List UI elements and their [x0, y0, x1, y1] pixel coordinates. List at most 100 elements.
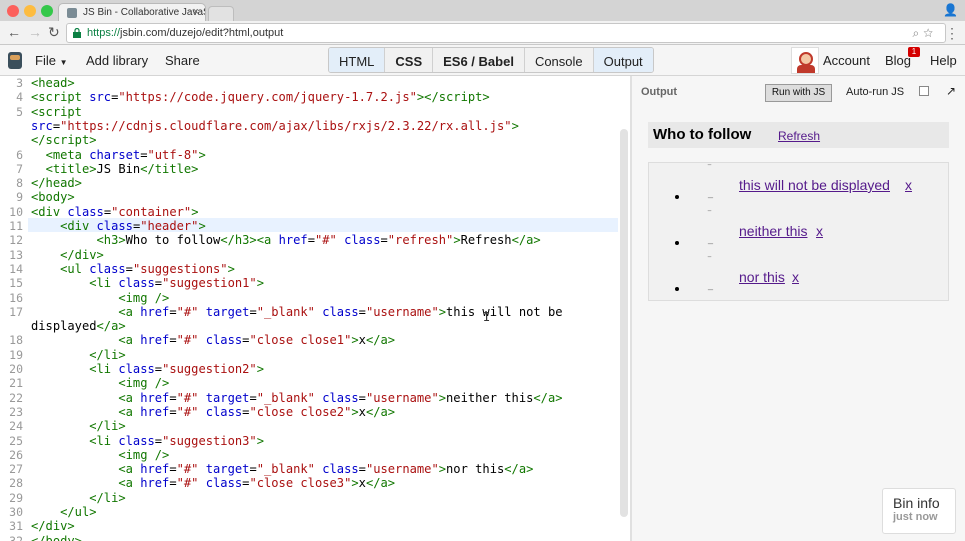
refresh-link[interactable]: Refresh	[778, 129, 820, 143]
code-line: src="https://cdnjs.cloudflare.com/ajax/l…	[31, 118, 519, 133]
code-line: </li>	[89, 419, 126, 434]
new-tab-button[interactable]	[208, 6, 234, 21]
list-bullet	[675, 195, 679, 199]
account-menu[interactable]: Account	[823, 53, 870, 68]
avatar-body	[797, 65, 815, 73]
avatar-face	[799, 52, 813, 66]
avatar[interactable]	[791, 47, 819, 74]
code-line: <img />	[118, 376, 170, 391]
line-number: 18	[9, 333, 23, 348]
autorun-checkbox[interactable]	[919, 86, 929, 96]
jsbin-header: File ▼ Add library Share HTML CSS ES6 / …	[0, 45, 965, 76]
panel-toggle[interactable]: Console	[524, 48, 594, 72]
maximize-window-button[interactable]	[41, 5, 53, 17]
code-line: <a href="#" class="close close1">x</a>	[118, 333, 396, 348]
popout-arrow-icon[interactable]: ↗	[946, 84, 956, 98]
line-number: 8	[16, 176, 23, 191]
username-link[interactable]: this will not be displayed	[739, 177, 890, 193]
code-line: <img />	[118, 447, 170, 462]
blog-badge: 1	[908, 47, 920, 57]
close-link[interactable]: x	[905, 177, 912, 193]
close-link[interactable]: x	[792, 269, 799, 285]
code-line: </script>	[31, 133, 97, 148]
minimize-window-button[interactable]	[24, 5, 36, 17]
add-library-button[interactable]: Add library	[86, 53, 148, 68]
panel-toggle[interactable]: ES6 / Babel	[433, 48, 525, 72]
caret-down-icon: ▼	[59, 58, 68, 67]
line-number: 10	[9, 204, 23, 219]
file-menu-label: File	[35, 53, 56, 68]
list-item: ‾ _ neither this x	[649, 209, 949, 255]
code-line: <div class="container">	[31, 204, 199, 219]
code-line: displayed</a>	[31, 319, 126, 334]
line-number: 21	[9, 376, 23, 391]
bin-info-title: Bin info	[893, 495, 940, 511]
code-line: <li class="suggestion3">	[89, 433, 264, 448]
jsbin-logo-icon[interactable]	[8, 52, 22, 69]
run-with-js-button[interactable]: Run with JS	[765, 84, 832, 102]
output-preview: Who to follow Refresh ‾ _ this will not b…	[632, 110, 965, 541]
code-line: <li class="suggestion2">	[89, 362, 264, 376]
close-tab-icon[interactable]: ×	[193, 6, 199, 18]
code-line: <head>	[31, 76, 75, 90]
browser-tab-title: JS Bin - Collaborative JavaS	[83, 7, 206, 18]
close-window-button[interactable]	[7, 5, 19, 17]
profile-icon[interactable]: 👤	[943, 3, 958, 17]
help-menu[interactable]: Help	[930, 53, 957, 68]
line-number: 13	[9, 247, 23, 262]
forward-icon[interactable]: →	[28, 24, 42, 40]
bin-info-panel[interactable]: Bin info just now	[882, 488, 956, 534]
line-number: 14	[9, 261, 23, 276]
url-scheme: https://	[87, 27, 121, 39]
code-line: <script	[31, 104, 82, 119]
url-path: jsbin.com/duzejo/edit?html,output	[120, 27, 284, 39]
line-number: 3	[16, 76, 23, 90]
line-number: 24	[9, 419, 23, 434]
line-number: 19	[9, 347, 23, 362]
code-line: </ul>	[60, 505, 97, 519]
panel-toggle[interactable]: CSS	[385, 48, 434, 72]
line-number: 29	[9, 490, 23, 505]
output-header: Output Run with JS Auto-run JS ↗	[632, 76, 965, 110]
username-link[interactable]: nor this	[739, 269, 785, 285]
code-line: <a href="#" target="_blank" class="usern…	[118, 390, 563, 405]
text-cursor-icon: I	[483, 310, 491, 324]
address-bar[interactable]: https://jsbin.com/duzejo/edit?html,outpu…	[66, 23, 946, 43]
zoom-icon[interactable]: ⌕	[912, 26, 923, 40]
editor-scrollbar[interactable]	[620, 129, 628, 517]
username-link[interactable]: neither this	[739, 223, 807, 239]
code-line: <li class="suggestion1">	[89, 276, 264, 291]
line-number: 22	[9, 390, 23, 405]
panel-toggle-label: Console	[534, 54, 583, 69]
bookmark-star-icon[interactable]: ☆	[923, 26, 937, 40]
line-number: 23	[9, 404, 23, 419]
broken-image-placeholder: ‾ _	[708, 210, 714, 244]
panel-toggle-label: CSS	[395, 54, 423, 69]
share-button[interactable]: Share	[165, 53, 200, 68]
panel-toggle-label: Output	[603, 54, 643, 69]
code-line: </head>	[31, 176, 82, 191]
code-line: <a href="#" target="_blank" class="usern…	[118, 462, 534, 477]
file-menu[interactable]: File ▼	[35, 53, 68, 68]
code-line: <ul class="suggestions">	[60, 261, 235, 276]
line-number: 20	[9, 362, 23, 376]
browser-menu-icon[interactable]: ⋮	[945, 25, 959, 42]
code-line: </li>	[89, 490, 126, 505]
follow-header: Who to follow Refresh	[648, 122, 949, 148]
code-line: <a href="#" class="close close2">x</a>	[118, 404, 396, 419]
panel-toggle-label: HTML	[339, 54, 375, 69]
page: { "browser": { "tab_title": "JS Bin - Co…	[0, 0, 965, 541]
autorun-label: Auto-run JS	[846, 86, 905, 98]
output-label: Output	[641, 86, 678, 98]
close-link[interactable]: x	[816, 223, 823, 239]
panel-toggle[interactable]: Output	[593, 48, 653, 72]
browser-tab[interactable]: JS Bin - Collaborative JavaS ×	[58, 3, 206, 21]
panel-toggle[interactable]: HTML	[329, 48, 386, 72]
line-number: 12	[9, 233, 23, 248]
line-number: 4	[16, 90, 23, 105]
back-icon[interactable]: ←	[7, 24, 21, 40]
html-editor[interactable]: 3 4 5 6 7 8 9 10 11 12 13 14 15 16 17 18 19 20 21 22 23 24 25 2…	[0, 76, 630, 541]
who-to-follow-heading: Who to follow	[653, 126, 752, 143]
reload-icon[interactable]: ↻	[48, 24, 60, 41]
line-number: 6	[16, 147, 23, 162]
